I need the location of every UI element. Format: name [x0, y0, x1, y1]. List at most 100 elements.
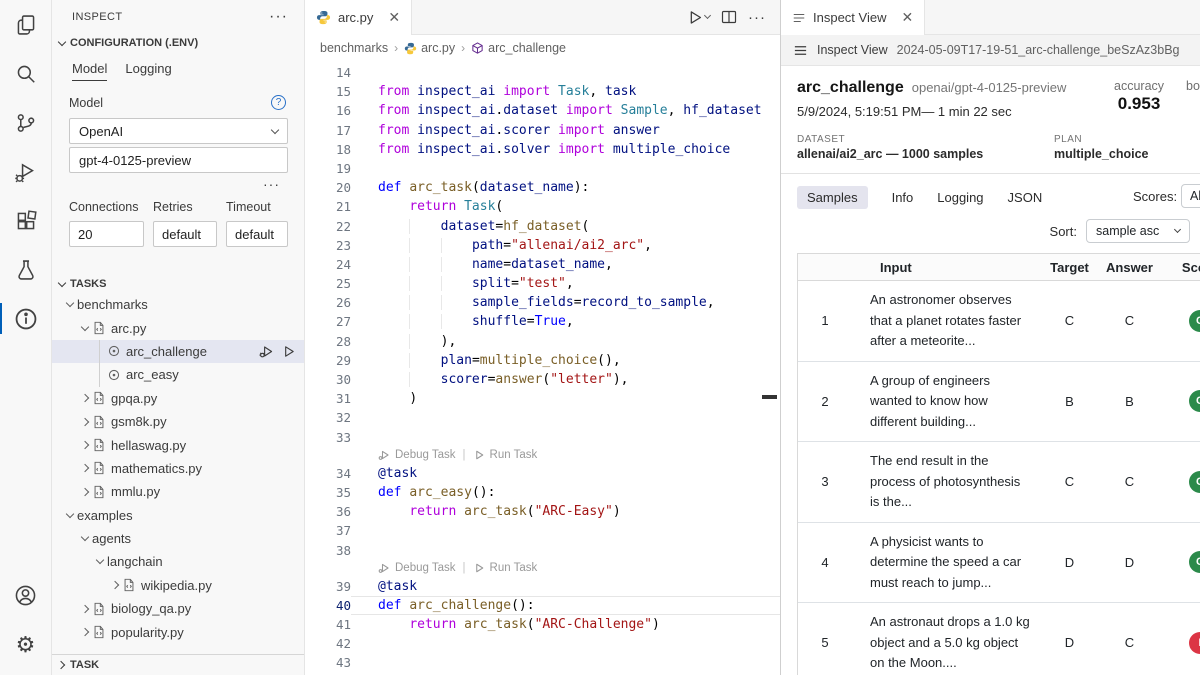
code-line-15[interactable]: 15from inspect_ai import Task, task: [305, 82, 780, 101]
code-editor[interactable]: 1415from inspect_ai import Task, task16f…: [305, 61, 780, 673]
sample-row-2[interactable]: 2A group of engineers wanted to know how…: [798, 362, 1200, 443]
sample-row-5[interactable]: 5An astronaut drops a 1.0 kg object and …: [798, 603, 1200, 675]
tree-item-hellaswag-py[interactable]: hellaswag.py: [52, 433, 304, 456]
inspect-extension-icon[interactable]: [0, 294, 52, 343]
code-line-38[interactable]: 38: [305, 541, 780, 560]
tree-item-wikipedia-py[interactable]: wikipedia.py: [52, 574, 304, 597]
tree-item-arc_challenge[interactable]: arc_challenge: [52, 340, 304, 363]
testing-beaker-icon[interactable]: [0, 245, 52, 294]
code-line-41[interactable]: 41 return arc_task("ARC-Challenge"): [305, 615, 780, 634]
code-line-30[interactable]: 30 scorer=answer("letter"),: [305, 370, 780, 389]
code-line-31[interactable]: 31 ): [305, 389, 780, 408]
codelens-debug-link[interactable]: Debug Task: [395, 447, 456, 464]
close-icon[interactable]: ✕: [901, 9, 913, 26]
tab-info[interactable]: Info: [892, 190, 914, 205]
tree-item-mathematics-py[interactable]: mathematics.py: [52, 457, 304, 480]
tree-item-popularity-py[interactable]: popularity.py: [52, 620, 304, 643]
code-line-36[interactable]: 36 return arc_task("ARC-Easy"): [305, 502, 780, 521]
tree-item-gsm8k-py[interactable]: gsm8k.py: [52, 410, 304, 433]
code-line-20[interactable]: 20def arc_task(dataset_name):: [305, 178, 780, 197]
codelens-row[interactable]: Debug Task|Run Task: [305, 560, 780, 577]
tree-item-agents[interactable]: agents: [52, 527, 304, 550]
connections-input[interactable]: [78, 227, 135, 242]
tree-item-biology_qa-py[interactable]: biology_qa.py: [52, 597, 304, 620]
scores-select[interactable]: All: [1181, 184, 1200, 208]
code-line-33[interactable]: 33: [305, 428, 780, 447]
code-line-28[interactable]: 28 ),: [305, 332, 780, 351]
menu-icon[interactable]: [793, 43, 808, 58]
run-task-icon[interactable]: [281, 344, 296, 359]
code-line-32[interactable]: 32: [305, 408, 780, 427]
code-line-25[interactable]: 25 split="test",: [305, 274, 780, 293]
code-line-23[interactable]: 23 path="allenai/ai2_arc",: [305, 236, 780, 255]
code-line-14[interactable]: 14: [305, 63, 780, 82]
sort-select[interactable]: sample asc: [1086, 219, 1190, 243]
search-icon[interactable]: [0, 49, 52, 98]
code-line-26[interactable]: 26 sample_fields=record_to_sample,: [305, 293, 780, 312]
codelens-run-link[interactable]: Run Task: [490, 560, 538, 577]
code-line-24[interactable]: 24 name=dataset_name,: [305, 255, 780, 274]
codelens-row[interactable]: Debug Task|Run Task: [305, 447, 780, 464]
inspect-view-tab[interactable]: Inspect View ✕: [781, 0, 925, 35]
tab-logging[interactable]: Logging: [937, 190, 983, 205]
tab-json[interactable]: JSON: [1008, 190, 1043, 205]
tree-item-arc-py[interactable]: arc.py: [52, 316, 304, 339]
breadcrumb-arc-challenge[interactable]: arc_challenge: [471, 41, 566, 55]
help-icon[interactable]: ?: [271, 95, 286, 110]
code-line-22[interactable]: 22 dataset=hf_dataset(: [305, 217, 780, 236]
codelens-run-link[interactable]: Run Task: [490, 447, 538, 464]
code-line-37[interactable]: 37: [305, 521, 780, 540]
retries-input[interactable]: [162, 227, 208, 242]
settings-gear-icon[interactable]: ⚙: [0, 620, 52, 669]
code-line-27[interactable]: 27 shuffle=True,: [305, 312, 780, 331]
close-icon[interactable]: ✕: [388, 9, 400, 26]
run-python-file-button[interactable]: [686, 9, 710, 26]
code-line-16[interactable]: 16from inspect_ai.dataset import Sample,…: [305, 101, 780, 120]
tab-model[interactable]: Model: [72, 61, 107, 81]
tree-item-langchain[interactable]: langchain: [52, 550, 304, 573]
sidebar-more-button[interactable]: ···: [269, 8, 288, 26]
code-line-35[interactable]: 35def arc_easy():: [305, 483, 780, 502]
tasks-section-header[interactable]: TASKS: [52, 275, 304, 293]
debug-task-icon[interactable]: [259, 344, 274, 359]
provider-select[interactable]: OpenAI: [69, 118, 288, 144]
tree-item-arc_easy[interactable]: arc_easy: [52, 363, 304, 386]
sample-row-1[interactable]: 1An astronomer observes that a planet ro…: [798, 281, 1200, 362]
log-file-name[interactable]: 2024-05-09T17-19-51_arc-challenge_beSzAz…: [897, 43, 1180, 57]
tab-logging[interactable]: Logging: [125, 61, 171, 81]
split-editor-icon[interactable]: [721, 9, 737, 25]
code-line-17[interactable]: 17from inspect_ai.scorer import answer: [305, 121, 780, 140]
task-section-header[interactable]: TASK: [52, 654, 304, 675]
code-line-39[interactable]: 39@task: [305, 577, 780, 596]
code-line-18[interactable]: 18from inspect_ai.solver import multiple…: [305, 140, 780, 159]
tree-item-benchmarks[interactable]: benchmarks: [52, 293, 304, 316]
tree-item-examples[interactable]: examples: [52, 504, 304, 527]
code-line-34[interactable]: 34@task: [305, 464, 780, 483]
source-control-icon[interactable]: [0, 98, 52, 147]
breadcrumb-benchmarks[interactable]: benchmarks: [320, 41, 388, 55]
editor-tab-arc-py[interactable]: arc.py ✕: [305, 0, 412, 35]
code-line-40[interactable]: 40def arc_challenge():: [305, 596, 780, 615]
configuration-section-header[interactable]: CONFIGURATION (.ENV): [52, 34, 304, 52]
code-line-43[interactable]: 43: [305, 653, 780, 672]
account-icon[interactable]: [0, 571, 52, 620]
sample-row-3[interactable]: 3The end result in the process of photos…: [798, 442, 1200, 523]
codelens-debug-link[interactable]: Debug Task: [395, 560, 456, 577]
breadcrumb-arc-py[interactable]: arc.py: [404, 41, 455, 55]
model-name-input[interactable]: [79, 153, 278, 168]
tree-item-mmlu-py[interactable]: mmlu.py: [52, 480, 304, 503]
extensions-icon[interactable]: [0, 196, 52, 245]
code-line-21[interactable]: 21 return Task(: [305, 197, 780, 216]
explorer-icon[interactable]: [0, 0, 52, 49]
code-line-19[interactable]: 19: [305, 159, 780, 178]
code-line-29[interactable]: 29 plan=multiple_choice(),: [305, 351, 780, 370]
run-debug-icon[interactable]: [0, 147, 52, 196]
sample-answer: C: [1097, 313, 1162, 328]
more-actions-icon[interactable]: ···: [748, 9, 766, 26]
timeout-input[interactable]: [235, 227, 279, 242]
tree-item-gpqa-py[interactable]: gpqa.py: [52, 387, 304, 410]
model-more-button[interactable]: ···: [263, 176, 280, 192]
tab-samples[interactable]: Samples: [797, 186, 868, 209]
sample-row-4[interactable]: 4A physicist wants to determine the spee…: [798, 523, 1200, 604]
code-line-42[interactable]: 42: [305, 634, 780, 653]
